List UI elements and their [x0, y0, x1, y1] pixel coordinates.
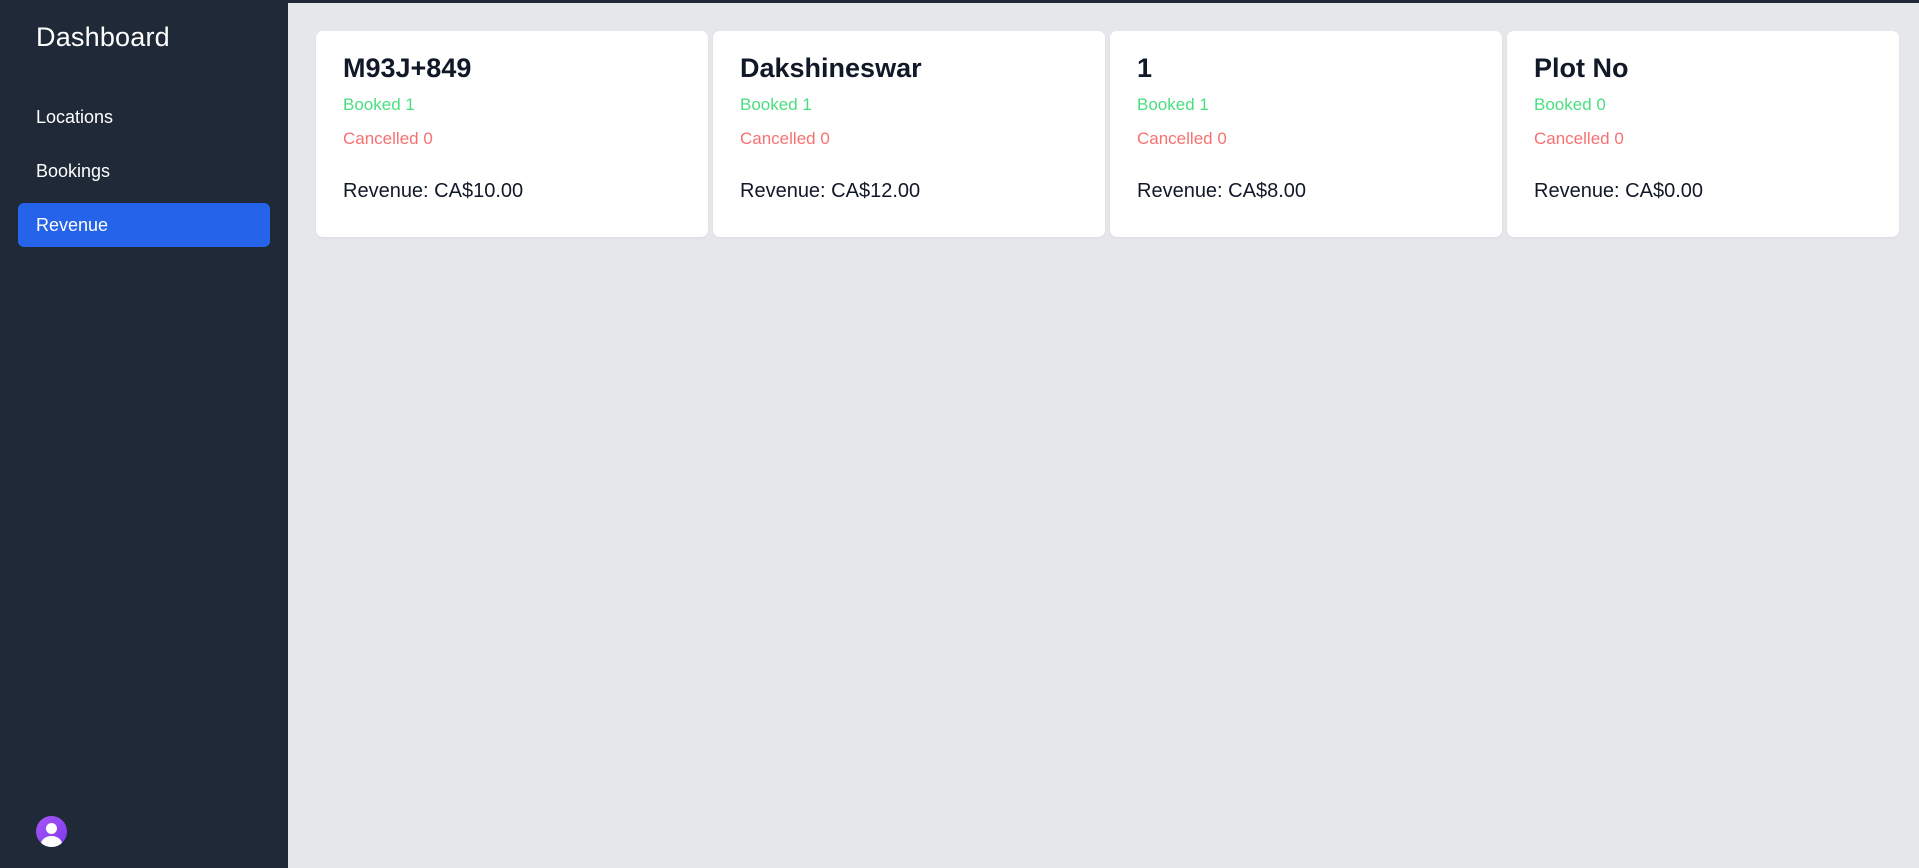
revenue-amount: Revenue: CA$10.00 [343, 180, 524, 202]
location-card: Dakshineswar Booked 1 Cancelled 0 Revenu… [713, 31, 1105, 237]
card-title: Dakshineswar [740, 53, 922, 83]
revenue-amount: Revenue: CA$0.00 [1534, 180, 1704, 202]
user-avatar-icon[interactable] [36, 816, 67, 847]
revenue-amount: Revenue: CA$12.00 [740, 180, 921, 202]
revenue-cards: M93J+849 Booked 1 Cancelled 0 Revenue: C… [316, 31, 1899, 237]
avatar-body-shape [41, 836, 62, 847]
main-content: M93J+849 Booked 1 Cancelled 0 Revenue: C… [288, 3, 1919, 868]
booked-count: Booked 0 [1534, 95, 1606, 114]
location-card: M93J+849 Booked 1 Cancelled 0 Revenue: C… [316, 31, 708, 237]
avatar-head-shape [46, 823, 57, 834]
location-card: Plot No Booked 0 Cancelled 0 Revenue: CA… [1507, 31, 1899, 237]
card-title: M93J+849 [343, 53, 472, 83]
booked-count: Booked 1 [1137, 95, 1209, 114]
booked-count: Booked 1 [740, 95, 812, 114]
cancelled-count: Cancelled 0 [343, 129, 433, 148]
sidebar-item-bookings[interactable]: Bookings [18, 149, 270, 193]
cancelled-count: Cancelled 0 [1534, 129, 1624, 148]
revenue-amount: Revenue: CA$8.00 [1137, 180, 1307, 202]
cancelled-count: Cancelled 0 [1137, 129, 1227, 148]
app: Dashboard Locations Bookings Revenue M93… [0, 0, 1919, 868]
card-title: 1 [1137, 53, 1153, 83]
sidebar-item-locations[interactable]: Locations [18, 95, 270, 139]
sidebar-title: Dashboard [36, 22, 170, 52]
sidebar-nav: Locations Bookings Revenue [18, 95, 270, 257]
sidebar: Dashboard Locations Bookings Revenue [0, 0, 288, 868]
booked-count: Booked 1 [343, 95, 415, 114]
cancelled-count: Cancelled 0 [740, 129, 830, 148]
sidebar-item-revenue[interactable]: Revenue [18, 203, 270, 247]
location-card: 1 Booked 1 Cancelled 0 Revenue: CA$8.00 [1110, 31, 1502, 237]
card-title: Plot No [1534, 53, 1629, 83]
